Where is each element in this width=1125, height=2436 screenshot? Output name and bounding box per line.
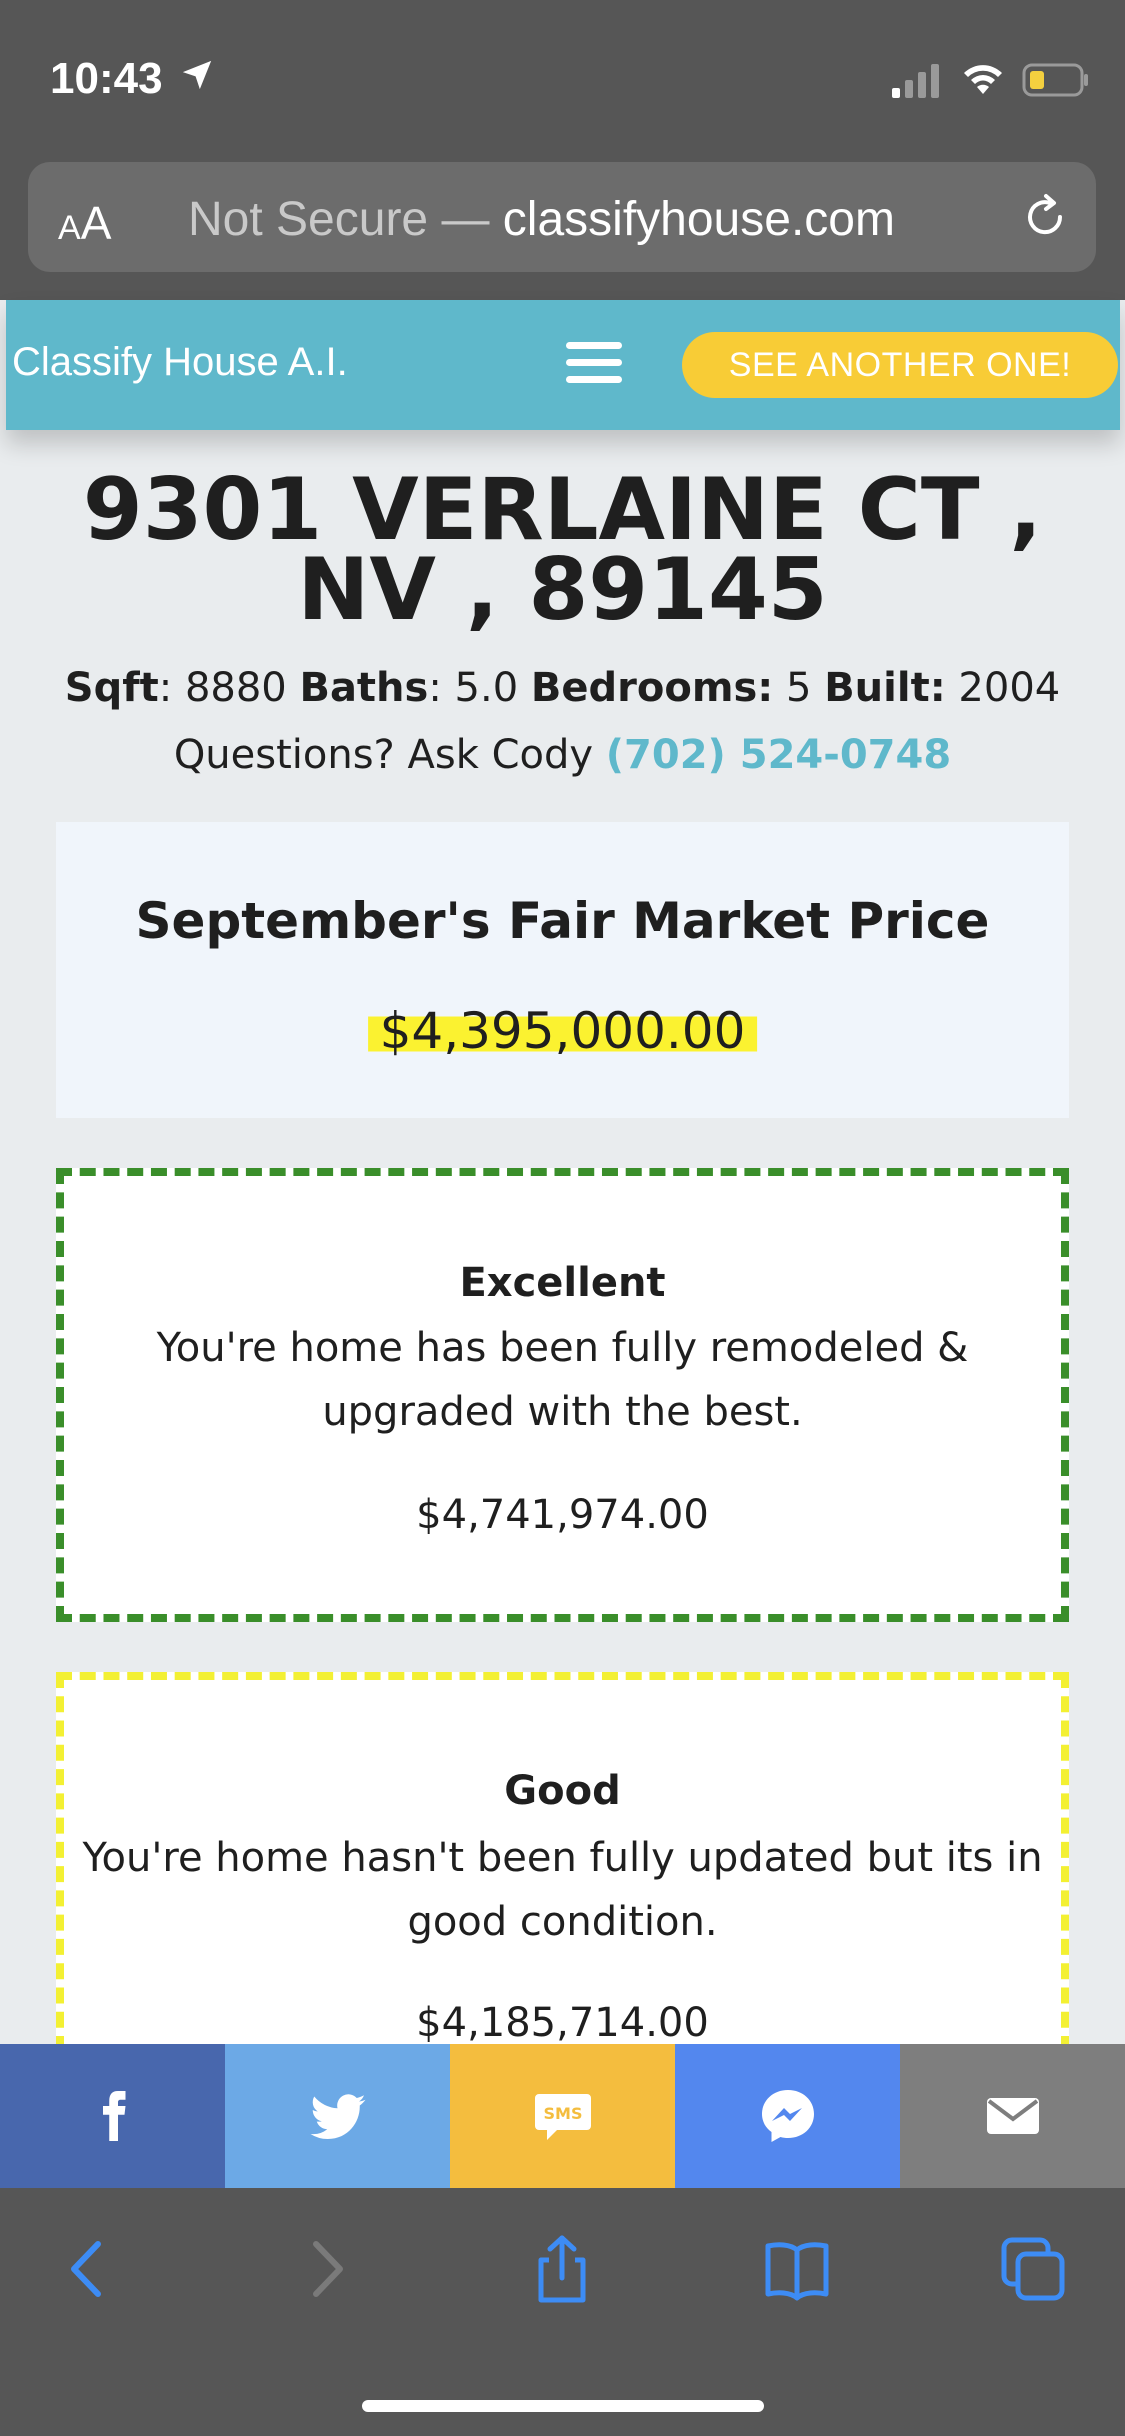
share-bar: SMS [0, 2044, 1125, 2188]
twitter-icon [310, 2094, 365, 2140]
screen: 10:43 AA Not Secure — classifyhouse.com … [0, 0, 1125, 2436]
sqft-label: Sqft [64, 665, 159, 711]
bookmarks-icon[interactable] [762, 2234, 832, 2304]
menu-bar [566, 359, 622, 366]
url-separator: — [428, 193, 503, 246]
wifi-icon [964, 65, 1002, 94]
share-sms-button[interactable]: SMS [450, 2044, 675, 2188]
baths-label: Baths [299, 665, 429, 711]
sms-icon-label: SMS [543, 2104, 582, 2123]
aa-big-glyph: A [80, 197, 112, 249]
condition-description: You're home hasn't been fully updated bu… [82, 1835, 1043, 1945]
menu-icon[interactable] [566, 342, 622, 386]
condition-card-good: Good You're home hasn't been fully updat… [56, 1672, 1069, 2052]
sms-icon: SMS [534, 2094, 591, 2140]
forward-icon[interactable] [292, 2234, 362, 2304]
bedrooms-value: 5 [773, 665, 825, 711]
condition-price: $4,741,974.00 [416, 1492, 709, 1538]
fair-market-price-card: September's Fair Market Price $4,395,000… [56, 822, 1069, 1118]
fair-market-price: $4,395,000.00 [367, 1002, 758, 1060]
messenger-icon [761, 2090, 814, 2142]
browser-address-area: AA Not Secure — classifyhouse.com [0, 150, 1125, 300]
contact-prefix: Questions? Ask Cody [173, 732, 606, 778]
reload-icon[interactable] [1020, 192, 1070, 242]
url-domain: classifyhouse.com [502, 193, 895, 246]
share-messenger-button[interactable] [675, 2044, 900, 2188]
condition-name: Good [504, 1768, 621, 1814]
contact-phone-link[interactable]: (702) 524-0748 [606, 732, 951, 778]
status-time: 10:43 [50, 54, 163, 103]
site-brand[interactable]: Classify House A.I. [12, 340, 348, 385]
security-label: Not Secure [188, 193, 429, 246]
tabs-icon[interactable] [998, 2234, 1068, 2304]
browser-toolbar [0, 2188, 1125, 2436]
share-facebook-button[interactable] [0, 2044, 225, 2188]
built-value: 2004 [945, 665, 1061, 711]
built-label: Built: [824, 665, 946, 711]
site-header: Classify House A.I. SEE ANOTHER ONE! [6, 300, 1120, 430]
cellular-signal-icon [892, 64, 939, 98]
address-line-1: 9301 VERLAINE CT , [82, 460, 1043, 560]
home-indicator[interactable] [362, 2400, 764, 2412]
back-icon[interactable] [52, 2234, 122, 2304]
aa-small-glyph: A [58, 209, 81, 247]
facebook-icon [102, 2091, 125, 2141]
condition-price: $4,185,714.00 [416, 2000, 709, 2046]
address-bar[interactable]: AA Not Secure — classifyhouse.com [28, 162, 1096, 272]
location-arrow-icon [182, 60, 212, 90]
email-icon [986, 2098, 1039, 2134]
see-another-button[interactable]: SEE ANOTHER ONE! [682, 332, 1118, 398]
bedrooms-label: Bedrooms: [530, 665, 774, 711]
status-bar: 10:43 [0, 0, 1125, 150]
menu-bar [566, 342, 622, 349]
share-icon[interactable] [527, 2234, 597, 2304]
battery-icon [1022, 63, 1088, 97]
share-twitter-button[interactable] [225, 2044, 450, 2188]
reader-settings-button[interactable]: AA [58, 196, 111, 250]
condition-description: You're home has been fully remodeled & u… [156, 1325, 969, 1435]
address-line-2: NV , 89145 [297, 540, 828, 640]
condition-name: Excellent [459, 1260, 666, 1306]
contact-line: Questions? Ask Cody (702) 524-0748 [0, 732, 1125, 778]
property-address: 9301 VERLAINE CT , NV , 89145 [40, 460, 1085, 640]
url-display[interactable]: Not Secure — classifyhouse.com [188, 192, 895, 247]
fair-market-title: September's Fair Market Price [135, 892, 990, 950]
menu-bar [566, 376, 622, 383]
share-email-button[interactable] [900, 2044, 1125, 2188]
condition-card-excellent: Excellent You're home has been fully rem… [56, 1168, 1069, 1622]
property-facts: Sqft: 8880 Baths: 5.0 Bedrooms: 5 Built:… [0, 665, 1125, 711]
sqft-value: : 8880 [158, 665, 300, 711]
baths-value: : 5.0 [428, 665, 531, 711]
